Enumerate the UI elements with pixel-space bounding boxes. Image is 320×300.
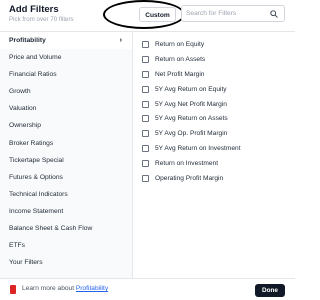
header: Add Filters Pick from over 70 filters Cu… (0, 0, 295, 32)
filter-option[interactable]: 5Y Avg Net Profit Margin (142, 97, 292, 112)
checkbox[interactable] (142, 55, 149, 63)
filter-option-label: 5Y Avg Return on Equity (155, 85, 227, 93)
sidebar-item-valuation[interactable]: Valuation (0, 100, 132, 117)
sidebar-item-profitability[interactable]: Profitability › (0, 32, 132, 50)
checkbox[interactable] (142, 160, 149, 168)
filter-option-label: Return on Assets (155, 55, 206, 63)
checkbox[interactable] (142, 145, 149, 153)
sidebar-item-label: Your Filters (9, 259, 43, 267)
filter-option-label: 5Y Avg Net Profit Margin (155, 100, 227, 108)
page-subtitle: Pick from over 70 filters (9, 16, 74, 23)
checkbox[interactable] (142, 40, 149, 48)
sidebar-item-label: Valuation (9, 105, 37, 113)
sidebar-item-tickertape-special[interactable]: Tickertape Special (0, 152, 132, 169)
checkbox[interactable] (142, 85, 149, 93)
book-icon (10, 285, 16, 294)
filter-option[interactable]: Return on Equity (142, 37, 292, 52)
search-icon[interactable] (270, 10, 278, 18)
learn-more-link[interactable]: Profitability (76, 285, 108, 292)
filter-option-label: 5Y Avg Return on Assets (155, 115, 228, 123)
filter-option[interactable]: Return on Investment (142, 156, 292, 171)
checkbox[interactable] (142, 174, 149, 182)
checkbox[interactable] (142, 100, 149, 108)
filter-option[interactable]: Net Profit Margin (142, 67, 292, 82)
sidebar-item-income-statement[interactable]: Income Statement (0, 203, 132, 220)
sidebar-item-label: Growth (9, 88, 31, 96)
sidebar-item-financial-ratios[interactable]: Financial Ratios (0, 66, 132, 83)
filter-option[interactable]: Return on Assets (142, 52, 292, 67)
sidebar-item-balance-sheet-cash-flow[interactable]: Balance Sheet & Cash Flow (0, 220, 132, 237)
sidebar-item-label: Technical Indicators (9, 190, 68, 198)
filter-option-label: Operating Profit Margin (155, 174, 224, 182)
learn-more-text: Learn more about Profitability (22, 285, 108, 292)
checkbox[interactable] (142, 70, 149, 78)
done-button[interactable]: Done (255, 284, 285, 297)
sidebar-item-technical-indicators[interactable]: Technical Indicators (0, 186, 132, 203)
filter-option[interactable]: 5Y Avg Return on Equity (142, 82, 292, 97)
sidebar-item-your-filters[interactable]: Your Filters (0, 254, 132, 271)
filter-category-sidebar: Profitability › Price and Volume Financial … (0, 32, 133, 278)
search-box[interactable] (181, 5, 285, 22)
custom-button[interactable]: Custom (139, 7, 176, 22)
sidebar-item-label: Balance Sheet & Cash Flow (9, 225, 93, 233)
sidebar-item-broker-ratings[interactable]: Broker Ratings (0, 135, 132, 152)
footer: Learn more about Profitability Done (0, 278, 295, 300)
filter-option[interactable]: 5Y Avg Return on Assets (142, 111, 292, 126)
sidebar-item-label: Price and Volume (9, 54, 62, 62)
sidebar-item-label: Profitability (9, 37, 46, 44)
filter-option-label: Net Profit Margin (155, 70, 205, 78)
sidebar-item-label: Tickertape Special (9, 156, 64, 164)
filter-option[interactable]: 5Y Avg Op. Profit Margin (142, 126, 292, 141)
sidebar-item-etfs[interactable]: ETFs (0, 237, 132, 254)
sidebar-item-ownership[interactable]: Ownership (0, 117, 132, 134)
sidebar-item-label: Financial Ratios (9, 71, 57, 79)
sidebar-item-futures-options[interactable]: Futures & Options (0, 169, 132, 186)
checkbox[interactable] (142, 115, 149, 123)
filter-option-label: 5Y Avg Return on Investment (155, 145, 241, 153)
filter-options-list: Return on Equity Return on Assets Net Prof… (142, 37, 292, 186)
sidebar-item-label: Broker Ratings (9, 139, 54, 147)
sidebar-item-growth[interactable]: Growth (0, 83, 132, 100)
page-title: Add Filters (9, 4, 59, 15)
filter-option[interactable]: Operating Profit Margin (142, 171, 292, 186)
search-input[interactable] (186, 8, 270, 19)
sidebar-item-label: Income Statement (9, 207, 64, 215)
filter-option[interactable]: 5Y Avg Return on Investment (142, 141, 292, 156)
filter-option-label: Return on Equity (155, 40, 205, 48)
sidebar-item-price-and-volume[interactable]: Price and Volume (0, 49, 132, 66)
sidebar-item-label: ETFs (9, 242, 25, 250)
filter-option-label: 5Y Avg Op. Profit Margin (155, 130, 228, 138)
sidebar-item-label: Futures & Options (9, 173, 63, 181)
filter-option-label: Return on Investment (155, 160, 219, 168)
learn-more-prefix: Learn more about (22, 285, 76, 292)
chevron-right-icon: › (119, 37, 122, 44)
checkbox[interactable] (142, 130, 149, 138)
sidebar-item-label: Ownership (9, 122, 41, 130)
